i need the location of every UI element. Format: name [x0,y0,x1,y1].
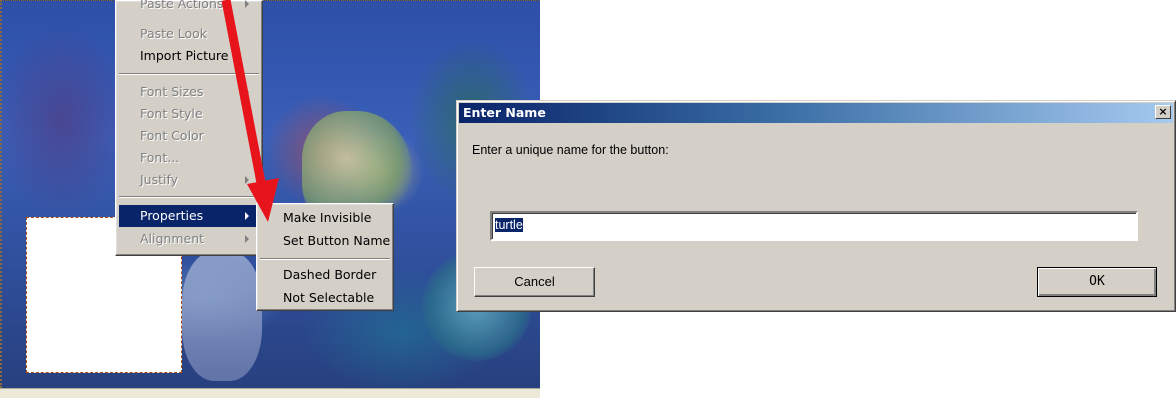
menu-item-font-style: Font Style [119,103,259,125]
menu-item-label: Dashed Border [283,267,377,282]
menu-item-label: Not Selectable [283,290,375,305]
menu-separator [260,258,390,260]
coral-decoration [182,251,262,381]
menu-item-font-color: Font Color [119,125,259,147]
menu-item-label: Font Color [140,128,204,143]
menu-item-paste-look: Paste Look [119,23,259,45]
menu-item-import-picture[interactable]: Import Picture [119,45,259,67]
submenu-arrow-icon [245,176,249,184]
ok-button[interactable]: OK [1037,267,1157,297]
dialog-prompt: Enter a unique name for the button: [472,143,669,157]
submenu-arrow-icon [245,0,249,8]
properties-submenu: Make Invisible Set Button Name Dashed Bo… [256,203,394,311]
menu-separator [119,196,259,198]
menu-item-label: Import Picture [140,48,229,63]
dialog-title: Enter Name [463,105,546,120]
menu-item-font: Font... [119,147,259,169]
menu-item-label: Font... [140,150,180,165]
submenu-item-make-invisible[interactable]: Make Invisible [260,207,390,229]
menu-item-label: Properties [140,208,204,223]
dialog-title-bar[interactable]: Enter Name × [459,103,1173,123]
submenu-item-dashed-border[interactable]: Dashed Border [260,264,390,286]
submenu-arrow-icon [245,88,249,96]
status-strip [0,388,540,398]
name-input[interactable]: turtle [490,211,1138,241]
menu-item-properties[interactable]: Properties [119,205,259,227]
submenu-item-not-selectable[interactable]: Not Selectable [260,287,390,309]
menu-item-label: Paste Look [140,26,207,41]
context-menu: Paste Actions Paste Look Import Picture … [115,0,263,256]
submenu-arrow-icon [245,235,249,243]
menu-item-justify: Justify [119,169,259,191]
menu-separator [119,73,259,75]
menu-item-paste-actions: Paste Actions [119,0,259,15]
submenu-arrow-icon [245,212,249,220]
submenu-arrow-icon [245,110,249,118]
close-icon: × [1158,105,1168,118]
menu-item-label: Justify [140,172,179,187]
close-button[interactable]: × [1155,105,1171,119]
menu-item-label: Set Button Name [283,233,391,248]
menu-item-label: Make Invisible [283,210,372,225]
submenu-item-set-button-name[interactable]: Set Button Name [260,230,390,252]
menu-item-label: Alignment [140,231,205,246]
menu-item-alignment: Alignment [119,228,259,250]
menu-item-font-sizes: Font Sizes [119,81,259,103]
menu-item-label: Font Sizes [140,84,204,99]
enter-name-dialog: Enter Name × Enter a unique name for the… [456,100,1176,312]
input-value: turtle [495,218,523,232]
cancel-button[interactable]: Cancel [474,267,595,297]
menu-item-label: Font Style [140,106,203,121]
menu-item-label: Paste Actions [140,0,224,11]
